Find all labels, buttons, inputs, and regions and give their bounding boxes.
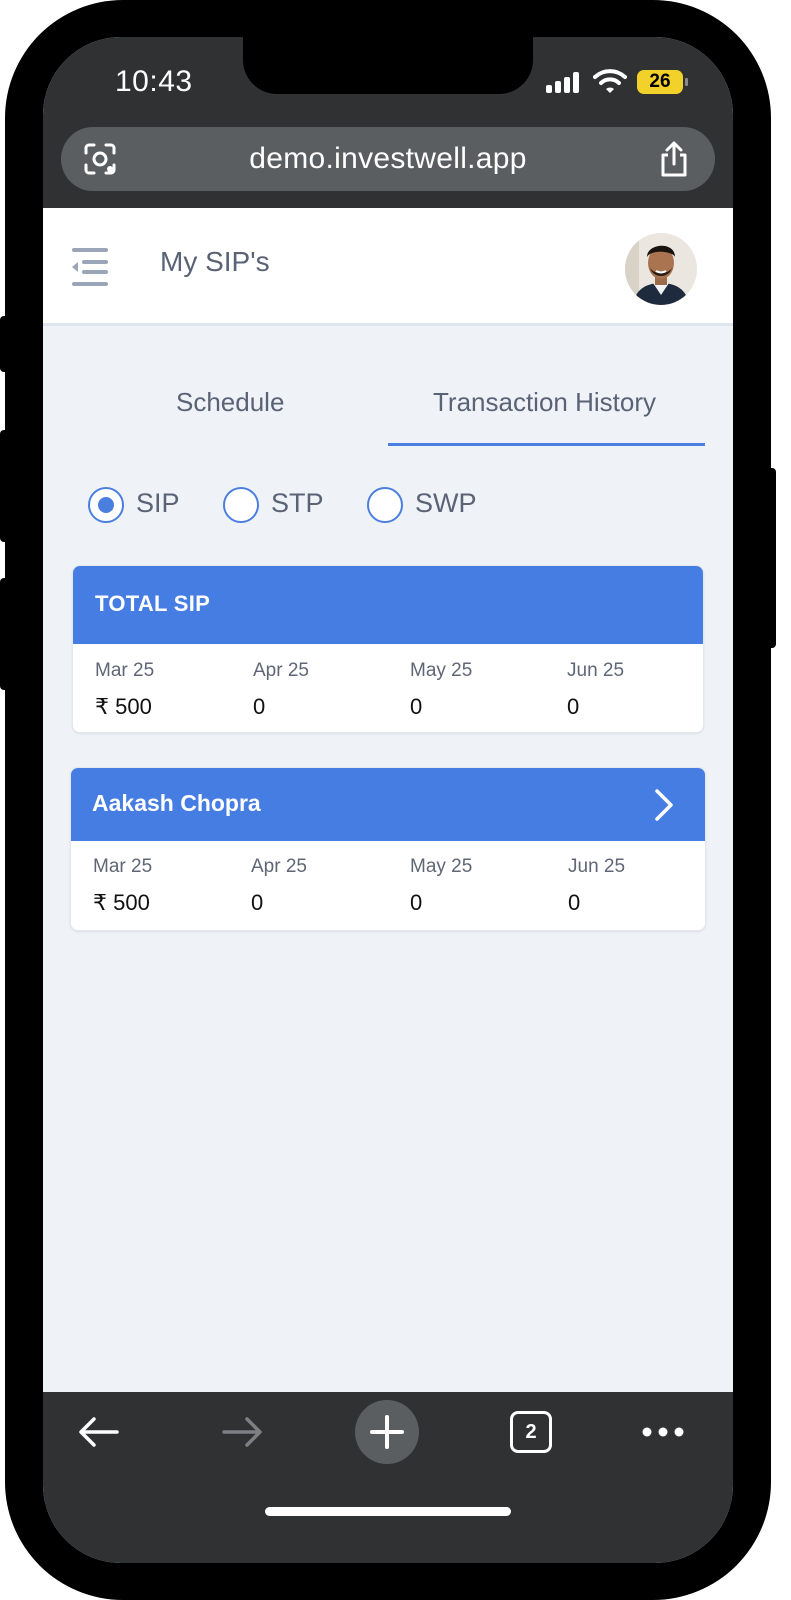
investor-name[interactable]: Aakash Chopra bbox=[92, 790, 261, 817]
plus-icon[interactable] bbox=[355, 1400, 419, 1464]
status-time: 10:43 bbox=[115, 65, 193, 98]
radio-circle[interactable] bbox=[367, 487, 403, 523]
silent-switch bbox=[0, 316, 10, 372]
month-column: Jun 25 0 bbox=[568, 856, 625, 916]
total-sip-card: TOTAL SIP Mar 25 ₹ 500 Apr 25 0 May 25 0… bbox=[72, 565, 704, 733]
month-column: Mar 25 ₹ 500 bbox=[93, 856, 152, 916]
month-label: Apr 25 bbox=[251, 856, 307, 877]
month-column: May 25 0 bbox=[410, 856, 472, 916]
avatar[interactable] bbox=[625, 233, 697, 305]
more-options-icon[interactable] bbox=[641, 1426, 685, 1438]
month-value: 0 bbox=[251, 890, 264, 915]
month-label: Mar 25 bbox=[93, 856, 153, 877]
browser-top-bar: 10:43 26 demo.investwell.app bbox=[43, 37, 733, 208]
url-text[interactable]: demo.investwell.app bbox=[61, 127, 715, 191]
volume-down-button bbox=[0, 578, 10, 690]
radio-circle[interactable] bbox=[223, 487, 259, 523]
phone-screen: 10:43 26 demo.investwell.app My SIP's Sc… bbox=[43, 37, 733, 1563]
month-column: Apr 25 0 bbox=[253, 660, 309, 720]
radio-selected-dot bbox=[98, 497, 114, 513]
cellular-signal-icon bbox=[546, 71, 586, 93]
home-indicator[interactable] bbox=[265, 1507, 511, 1516]
radio-swp[interactable]: SWP bbox=[367, 485, 487, 525]
radio-label[interactable]: STP bbox=[271, 488, 324, 519]
month-value: 0 bbox=[410, 694, 423, 719]
investor-header[interactable]: Aakash Chopra bbox=[71, 768, 705, 841]
month-value: ₹ 500 bbox=[93, 890, 150, 915]
month-column: Jun 25 0 bbox=[567, 660, 624, 720]
volume-up-button bbox=[0, 430, 10, 542]
investor-sip-card[interactable]: Aakash Chopra Mar 25 ₹ 500 Apr 25 0 May … bbox=[70, 767, 706, 931]
chevron-right-icon[interactable] bbox=[653, 788, 675, 822]
radio-stp[interactable]: STP bbox=[223, 485, 333, 525]
month-value: 0 bbox=[568, 890, 581, 915]
user-avatar-icon bbox=[625, 233, 697, 305]
notch bbox=[243, 37, 533, 94]
back-arrow-icon[interactable] bbox=[77, 1414, 121, 1450]
card-title: TOTAL SIP bbox=[95, 591, 211, 616]
power-button bbox=[766, 468, 776, 648]
month-column: Mar 25 ₹ 500 bbox=[95, 660, 154, 720]
battery-cap bbox=[685, 78, 688, 86]
tab-schedule[interactable]: Schedule bbox=[176, 387, 284, 418]
month-value: 0 bbox=[410, 890, 423, 915]
wifi-icon bbox=[593, 69, 627, 93]
month-column: Apr 25 0 bbox=[251, 856, 307, 916]
radio-sip[interactable]: SIP bbox=[88, 485, 198, 525]
share-icon[interactable] bbox=[658, 140, 690, 178]
month-label: Jun 25 bbox=[567, 660, 625, 681]
month-value: 0 bbox=[567, 694, 580, 719]
active-tab-indicator bbox=[388, 443, 705, 446]
new-tab-button[interactable] bbox=[355, 1400, 419, 1464]
month-label: Mar 25 bbox=[95, 660, 155, 681]
month-label: Jun 25 bbox=[568, 856, 626, 877]
month-value: ₹ 500 bbox=[95, 694, 152, 719]
radio-circle[interactable] bbox=[88, 487, 124, 523]
page-title: My SIP's bbox=[160, 246, 270, 277]
radio-label[interactable]: SIP bbox=[136, 488, 180, 519]
radio-label[interactable]: SWP bbox=[415, 488, 477, 519]
month-label: May 25 bbox=[410, 856, 473, 877]
tab-switcher-button[interactable]: 2 bbox=[510, 1411, 552, 1453]
month-value: 0 bbox=[253, 694, 266, 719]
tab-transaction-history[interactable]: Transaction History bbox=[433, 387, 656, 418]
month-label: May 25 bbox=[410, 660, 473, 681]
address-bar[interactable]: demo.investwell.app bbox=[61, 127, 715, 191]
month-label: Apr 25 bbox=[253, 660, 309, 681]
forward-arrow-icon[interactable] bbox=[220, 1414, 264, 1450]
month-column: May 25 0 bbox=[410, 660, 472, 720]
app-header: My SIP's bbox=[43, 208, 733, 326]
total-sip-header: TOTAL SIP bbox=[73, 566, 703, 644]
menu-collapse-icon[interactable] bbox=[70, 246, 110, 288]
tab-count[interactable]: 2 bbox=[525, 1421, 536, 1443]
battery-indicator: 26 bbox=[637, 70, 683, 94]
